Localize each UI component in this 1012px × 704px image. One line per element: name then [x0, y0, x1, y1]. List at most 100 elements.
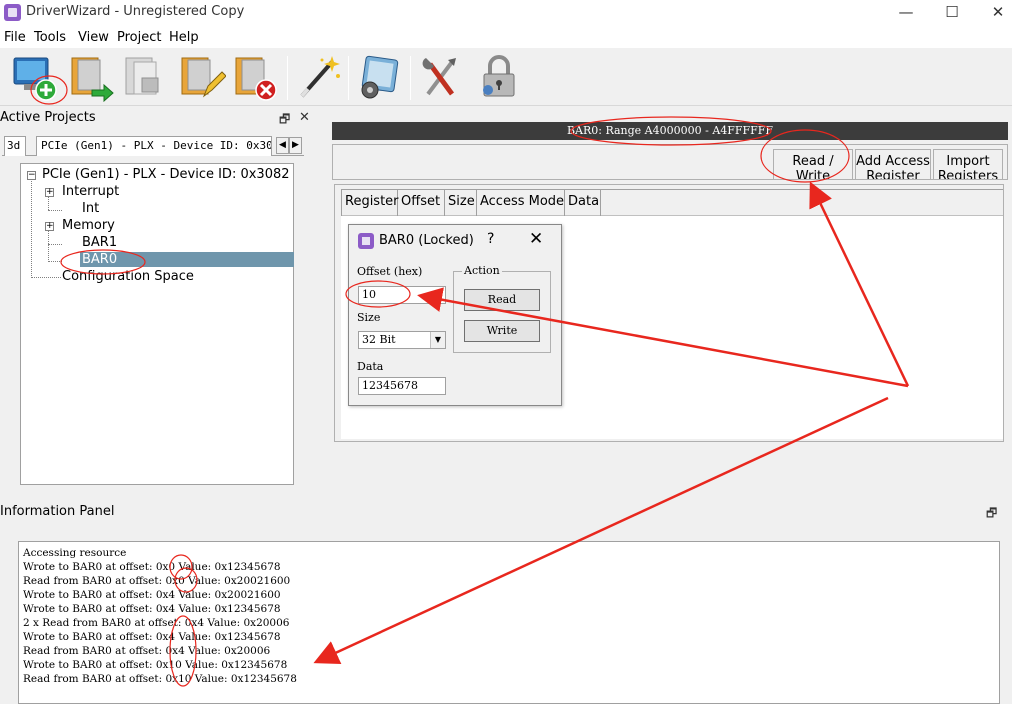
tools-icon: [422, 58, 456, 96]
title-bar: DriverWizard - Unregistered Copy — ☐ ✕: [0, 0, 1012, 26]
data-input[interactable]: 12345678: [358, 377, 446, 395]
read-button[interactable]: Read: [464, 289, 540, 311]
tree-node-int[interactable]: Int: [82, 201, 99, 216]
information-panel-title: Information Panel: [0, 504, 115, 519]
save-project-button[interactable]: [120, 52, 170, 102]
new-project-icon: [13, 57, 57, 101]
maximize-button[interactable]: ☐: [929, 0, 975, 26]
write-button[interactable]: Write: [464, 320, 540, 342]
app-icon: [4, 4, 21, 21]
project-tab-strip: 3d PCIe (Gen1) - PLX - Device ID: 0x3082: [2, 136, 304, 156]
chevron-down-icon[interactable]: ▼: [430, 332, 445, 348]
generate-code-icon: [300, 56, 340, 98]
minimize-button[interactable]: —: [883, 0, 929, 26]
import-registers-button[interactable]: Import Registers: [933, 149, 1003, 179]
save-project-icon: [125, 57, 159, 95]
open-project-icon: [71, 57, 114, 103]
tree-connector: [48, 261, 62, 262]
log-line: Read from BAR0 at offset: 0x0 Value: 0x2…: [23, 575, 291, 587]
data-label: Data: [357, 360, 384, 373]
compile-button[interactable]: [354, 52, 404, 102]
size-select-value: 32 Bit: [362, 333, 396, 346]
column-data[interactable]: Data: [565, 190, 601, 216]
toolbar-separator: [348, 56, 349, 100]
tree-node-configuration-space[interactable]: Configuration Space: [62, 269, 194, 284]
close-icon[interactable]: ✕: [529, 229, 543, 249]
log-line: Read from BAR0 at offset: 0x10 Value: 0x…: [23, 673, 297, 685]
tree-connector: [48, 196, 49, 210]
dialog-title: BAR0 (Locked): [379, 233, 474, 248]
lock-icon: [483, 55, 515, 97]
tab-scroll-left-icon[interactable]: ◀: [276, 137, 289, 154]
add-access-register-button[interactable]: Add Access Register: [855, 149, 931, 179]
tree-node-bar1[interactable]: BAR1: [82, 235, 117, 250]
menu-file[interactable]: File: [4, 30, 26, 45]
offset-label: Offset (hex): [357, 265, 423, 278]
action-group-label: Action: [462, 264, 502, 277]
toolbar-separator: [287, 56, 288, 100]
menu-view[interactable]: View: [78, 30, 109, 45]
pane-restore-button[interactable]: 🗗: [279, 110, 290, 131]
action-bar: Read / Write Memory Add Access Register …: [332, 144, 1008, 180]
log-line: Wrote to BAR0 at offset: 0x4 Value: 0x20…: [23, 589, 281, 601]
open-project-button[interactable]: [66, 52, 116, 103]
tree-expand-icon[interactable]: +: [45, 188, 54, 197]
project-tab-partial[interactable]: 3d: [4, 136, 26, 156]
tools-button[interactable]: [416, 52, 466, 102]
read-write-memory-button[interactable]: Read / Write Memory: [773, 149, 853, 179]
help-button[interactable]: ?: [487, 231, 494, 247]
bar0-dialog: BAR0 (Locked) ? ✕ Offset (hex) 10 Size 3…: [348, 224, 562, 406]
generate-code-button[interactable]: [294, 52, 344, 102]
tree-node-memory[interactable]: Memory: [62, 218, 115, 233]
size-select[interactable]: 32 Bit ▼: [358, 331, 446, 349]
edit-project-icon: [181, 57, 227, 98]
log-line: Read from BAR0 at offset: 0x4 Value: 0x2…: [23, 645, 271, 657]
pane-close-button[interactable]: ✕: [299, 110, 310, 125]
log-line: Wrote to BAR0 at offset: 0x0 Value: 0x12…: [23, 561, 281, 573]
tree-connector: [48, 210, 62, 211]
close-project-button[interactable]: [230, 52, 280, 102]
toolbar-separator: [410, 56, 411, 100]
log-line: 2 x Read from BAR0 at offset: 0x4 Value:…: [23, 617, 290, 629]
close-window-button[interactable]: ✕: [975, 0, 1012, 26]
log-line: Wrote to BAR0 at offset: 0x10 Value: 0x1…: [23, 659, 288, 671]
toolbar: [0, 48, 1012, 106]
column-offset[interactable]: Offset: [398, 190, 445, 216]
compile-icon: [361, 55, 399, 99]
active-projects-title: Active Projects: [0, 110, 96, 125]
size-label: Size: [357, 311, 381, 324]
tree-expand-icon[interactable]: −: [27, 171, 36, 180]
menu-bar: File Tools View Project Help: [0, 26, 1012, 48]
tree-expand-icon[interactable]: +: [45, 222, 54, 231]
tree-node-root[interactable]: PCIe (Gen1) - PLX - Device ID: 0x3082: [42, 167, 290, 182]
dialog-app-icon: [358, 233, 374, 249]
tree-node-bar0[interactable]: BAR0: [80, 252, 294, 267]
project-tab-pcie[interactable]: PCIe (Gen1) - PLX - Device ID: 0x3082: [36, 136, 272, 156]
tree-connector: [48, 230, 49, 262]
project-tree: − PCIe (Gen1) - PLX - Device ID: 0x3082 …: [20, 163, 294, 485]
tab-scroll-right-icon[interactable]: ▶: [289, 137, 302, 154]
information-log[interactable]: Accessing resource Wrote to BAR0 at offs…: [18, 541, 1000, 704]
new-project-button[interactable]: [10, 52, 60, 102]
menu-help[interactable]: Help: [169, 30, 199, 45]
lock-button[interactable]: [474, 52, 524, 102]
register-table-header: Register Offset Size Access Mode Data: [341, 190, 1003, 216]
log-line: Accessing resource: [23, 547, 127, 559]
tree-connector: [31, 178, 32, 276]
column-register[interactable]: Register: [341, 190, 399, 216]
offset-input[interactable]: 10: [358, 286, 446, 304]
info-pane-restore-button[interactable]: 🗗: [986, 504, 997, 525]
tree-node-interrupt[interactable]: Interrupt: [62, 184, 119, 199]
log-line: Wrote to BAR0 at offset: 0x4 Value: 0x12…: [23, 603, 281, 615]
edit-project-button[interactable]: [176, 52, 227, 102]
column-size[interactable]: Size: [445, 190, 477, 216]
menu-project[interactable]: Project: [117, 30, 161, 45]
tree-connector: [31, 277, 61, 278]
column-access-mode[interactable]: Access Mode: [477, 190, 565, 216]
window-title: DriverWizard - Unregistered Copy: [26, 4, 245, 19]
tree-connector: [48, 244, 62, 245]
log-line: Wrote to BAR0 at offset: 0x4 Value: 0x12…: [23, 631, 281, 643]
close-project-icon: [235, 57, 277, 101]
bar-range-header: BAR0: Range A4000000 - A4FFFFFF: [332, 122, 1008, 140]
menu-tools[interactable]: Tools: [34, 30, 66, 45]
